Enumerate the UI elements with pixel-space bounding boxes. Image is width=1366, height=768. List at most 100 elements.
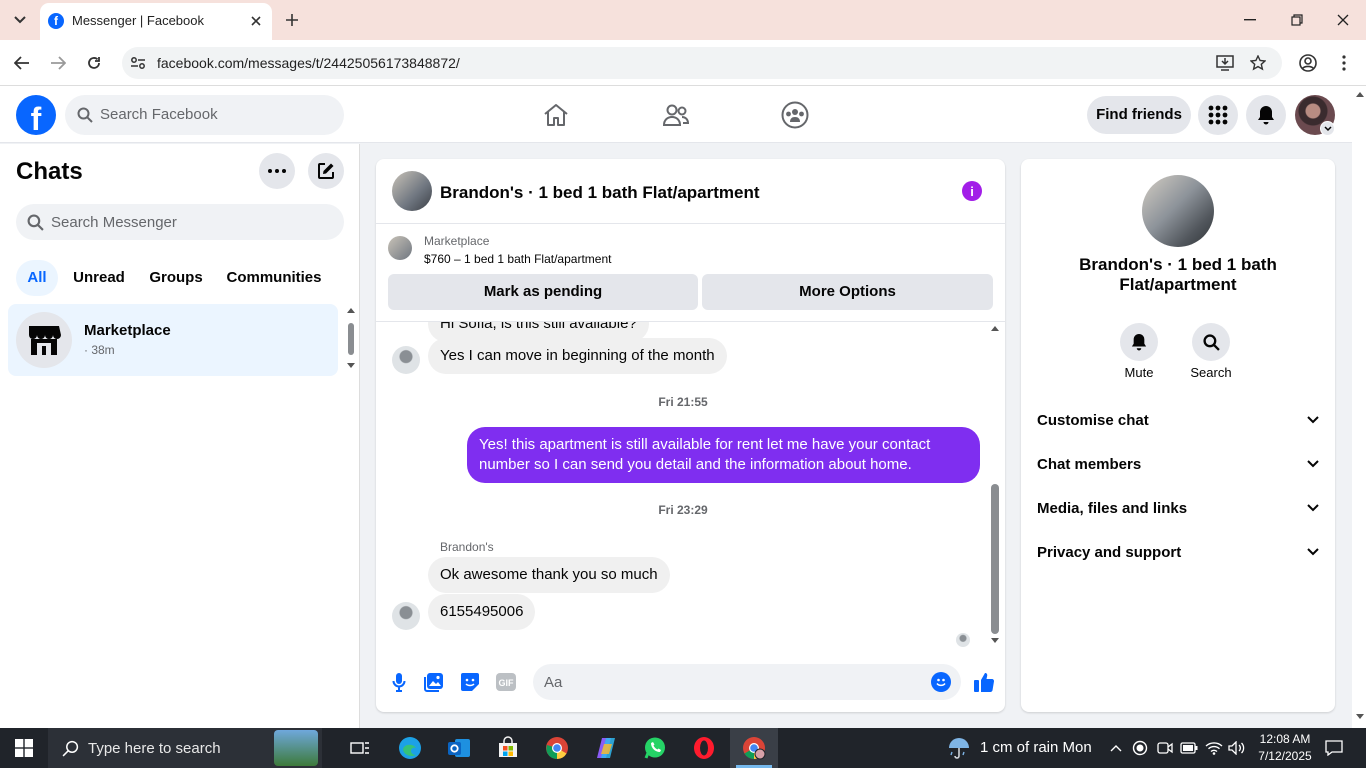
conversation-avatar[interactable] — [392, 171, 432, 211]
minimize-window-icon[interactable] — [1238, 8, 1262, 32]
tab-list-chevron-icon[interactable] — [8, 8, 32, 32]
details-avatar[interactable] — [1142, 175, 1214, 247]
chat-list-item[interactable]: Marketplace · 38m — [8, 304, 338, 376]
restore-window-icon[interactable] — [1285, 8, 1309, 32]
url-text[interactable]: facebook.com/messages/t/2442505617384887… — [157, 55, 460, 71]
facebook-logo-icon[interactable]: f — [16, 95, 56, 135]
emoji-icon[interactable] — [931, 672, 951, 692]
chrome-active-window-icon[interactable] — [730, 728, 778, 768]
chat-members-row[interactable]: Chat members — [1037, 448, 1319, 480]
like-thumbs-up-icon[interactable] — [972, 670, 996, 694]
back-arrow-icon[interactable] — [10, 51, 34, 75]
filter-unread-tab[interactable]: Unread — [66, 260, 132, 296]
scroll-up-icon[interactable] — [1356, 92, 1364, 97]
filter-communities-tab[interactable]: Communities — [220, 260, 328, 296]
edge-browser-icon[interactable] — [394, 733, 426, 763]
message-input[interactable]: Aa — [533, 664, 961, 700]
more-options-icon[interactable] — [259, 153, 295, 189]
mute-label[interactable]: Mute — [1109, 365, 1169, 380]
scroll-thumb[interactable] — [348, 323, 354, 355]
conversation-title[interactable]: Brandon's · 1 bed 1 bath Flat/apartment — [440, 183, 760, 203]
conversation-info-icon[interactable]: i — [962, 181, 982, 201]
weather-text[interactable]: 1 cm of rain Mon — [980, 739, 1092, 756]
weather-umbrella-icon[interactable] — [944, 733, 974, 763]
new-message-icon[interactable] — [308, 153, 344, 189]
taskbar-search-box[interactable]: Type here to search — [48, 728, 322, 768]
search-placeholder: Search Facebook — [100, 106, 218, 123]
privacy-support-row[interactable]: Privacy and support — [1037, 536, 1319, 568]
install-app-icon[interactable] — [1214, 52, 1236, 74]
scroll-down-icon[interactable] — [347, 363, 355, 368]
volume-icon[interactable] — [1227, 733, 1247, 763]
mute-bell-icon[interactable] — [1120, 323, 1158, 361]
new-tab-icon[interactable] — [280, 8, 304, 32]
bookmark-star-icon[interactable] — [1247, 52, 1269, 74]
find-friends-button[interactable]: Find friends — [1087, 96, 1191, 134]
wifi-icon[interactable] — [1204, 733, 1224, 763]
clock[interactable]: 12:08 AM 7/12/2025 — [1254, 731, 1316, 765]
account-chevron-down-icon[interactable] — [1320, 121, 1335, 136]
browser-menu-icon[interactable] — [1332, 51, 1356, 75]
reload-icon[interactable] — [82, 51, 106, 75]
scroll-up-icon[interactable] — [991, 326, 999, 331]
search-conversation-icon[interactable] — [1192, 323, 1230, 361]
customise-chat-row[interactable]: Customise chat — [1037, 404, 1319, 436]
media-files-links-row[interactable]: Media, files and links — [1037, 492, 1319, 524]
battery-icon[interactable] — [1179, 733, 1199, 763]
chats-sidebar: Chats Search Messenger All Unread Groups… — [0, 144, 360, 728]
microphone-icon[interactable] — [388, 670, 410, 694]
meet-now-icon[interactable] — [1155, 733, 1175, 763]
notification-center-icon[interactable] — [1321, 733, 1347, 763]
show-hidden-icons-chevron-icon[interactable] — [1105, 733, 1127, 763]
scroll-thumb[interactable] — [991, 484, 999, 634]
address-bar[interactable]: facebook.com/messages/t/2442505617384887… — [122, 47, 1282, 79]
close-window-icon[interactable] — [1331, 8, 1355, 32]
close-tab-icon[interactable] — [246, 11, 266, 31]
windows-start-icon[interactable] — [8, 733, 40, 763]
chrome-icon[interactable] — [541, 733, 573, 763]
copilot-icon[interactable] — [590, 733, 622, 763]
task-view-icon[interactable] — [344, 733, 376, 763]
search-label[interactable]: Search — [1181, 365, 1241, 380]
record-icon[interactable] — [1130, 733, 1150, 763]
home-icon[interactable] — [535, 98, 577, 132]
groups-icon[interactable] — [774, 98, 816, 132]
browser-tab[interactable]: f Messenger | Facebook — [40, 3, 272, 40]
facebook-search-input[interactable]: Search Facebook — [65, 95, 344, 135]
sender-name: Brandon's — [440, 540, 494, 554]
microsoft-store-icon[interactable] — [492, 733, 524, 763]
photo-icon[interactable] — [423, 670, 445, 694]
mark-as-pending-button[interactable]: Mark as pending — [388, 274, 698, 310]
more-options-button[interactable]: More Options — [702, 274, 993, 310]
clock-time: 12:08 AM — [1259, 732, 1311, 746]
page-scrollbar[interactable] — [1352, 86, 1366, 728]
site-info-icon[interactable] — [128, 53, 148, 73]
section-label: Customise chat — [1037, 411, 1149, 429]
search-icon — [75, 105, 95, 125]
message-scrollbar[interactable] — [989, 324, 1001, 649]
menu-grid-icon[interactable] — [1198, 95, 1238, 135]
whatsapp-icon[interactable] — [639, 733, 671, 763]
chevron-down-icon — [1307, 416, 1319, 424]
scroll-down-icon[interactable] — [991, 638, 999, 643]
outlook-icon[interactable] — [443, 733, 475, 763]
taskbar-search-placeholder: Type here to search — [88, 740, 221, 757]
filter-all-tab[interactable]: All — [16, 260, 58, 296]
profile-icon[interactable] — [1296, 51, 1320, 75]
scroll-up-icon[interactable] — [347, 308, 355, 313]
notifications-bell-icon[interactable] — [1246, 95, 1286, 135]
listing-thumbnail — [388, 236, 412, 260]
conversation-panel: Brandon's · 1 bed 1 bath Flat/apartment … — [376, 159, 1005, 712]
sticker-icon[interactable] — [459, 670, 481, 694]
conversation-details-panel: Brandon's · 1 bed 1 bath Flat/apartment … — [1021, 159, 1335, 712]
filter-groups-tab[interactable]: Groups — [142, 260, 210, 296]
sender-avatar — [392, 602, 420, 630]
header-divider — [376, 223, 1005, 224]
forward-arrow-icon[interactable] — [46, 51, 70, 75]
friends-icon[interactable] — [655, 98, 697, 132]
scroll-down-icon[interactable] — [1356, 714, 1364, 719]
gif-icon[interactable]: GIF — [495, 670, 517, 694]
opera-icon[interactable] — [688, 733, 720, 763]
search-messenger-input[interactable]: Search Messenger — [16, 204, 344, 240]
chat-list-scrollbar[interactable] — [346, 304, 356, 372]
